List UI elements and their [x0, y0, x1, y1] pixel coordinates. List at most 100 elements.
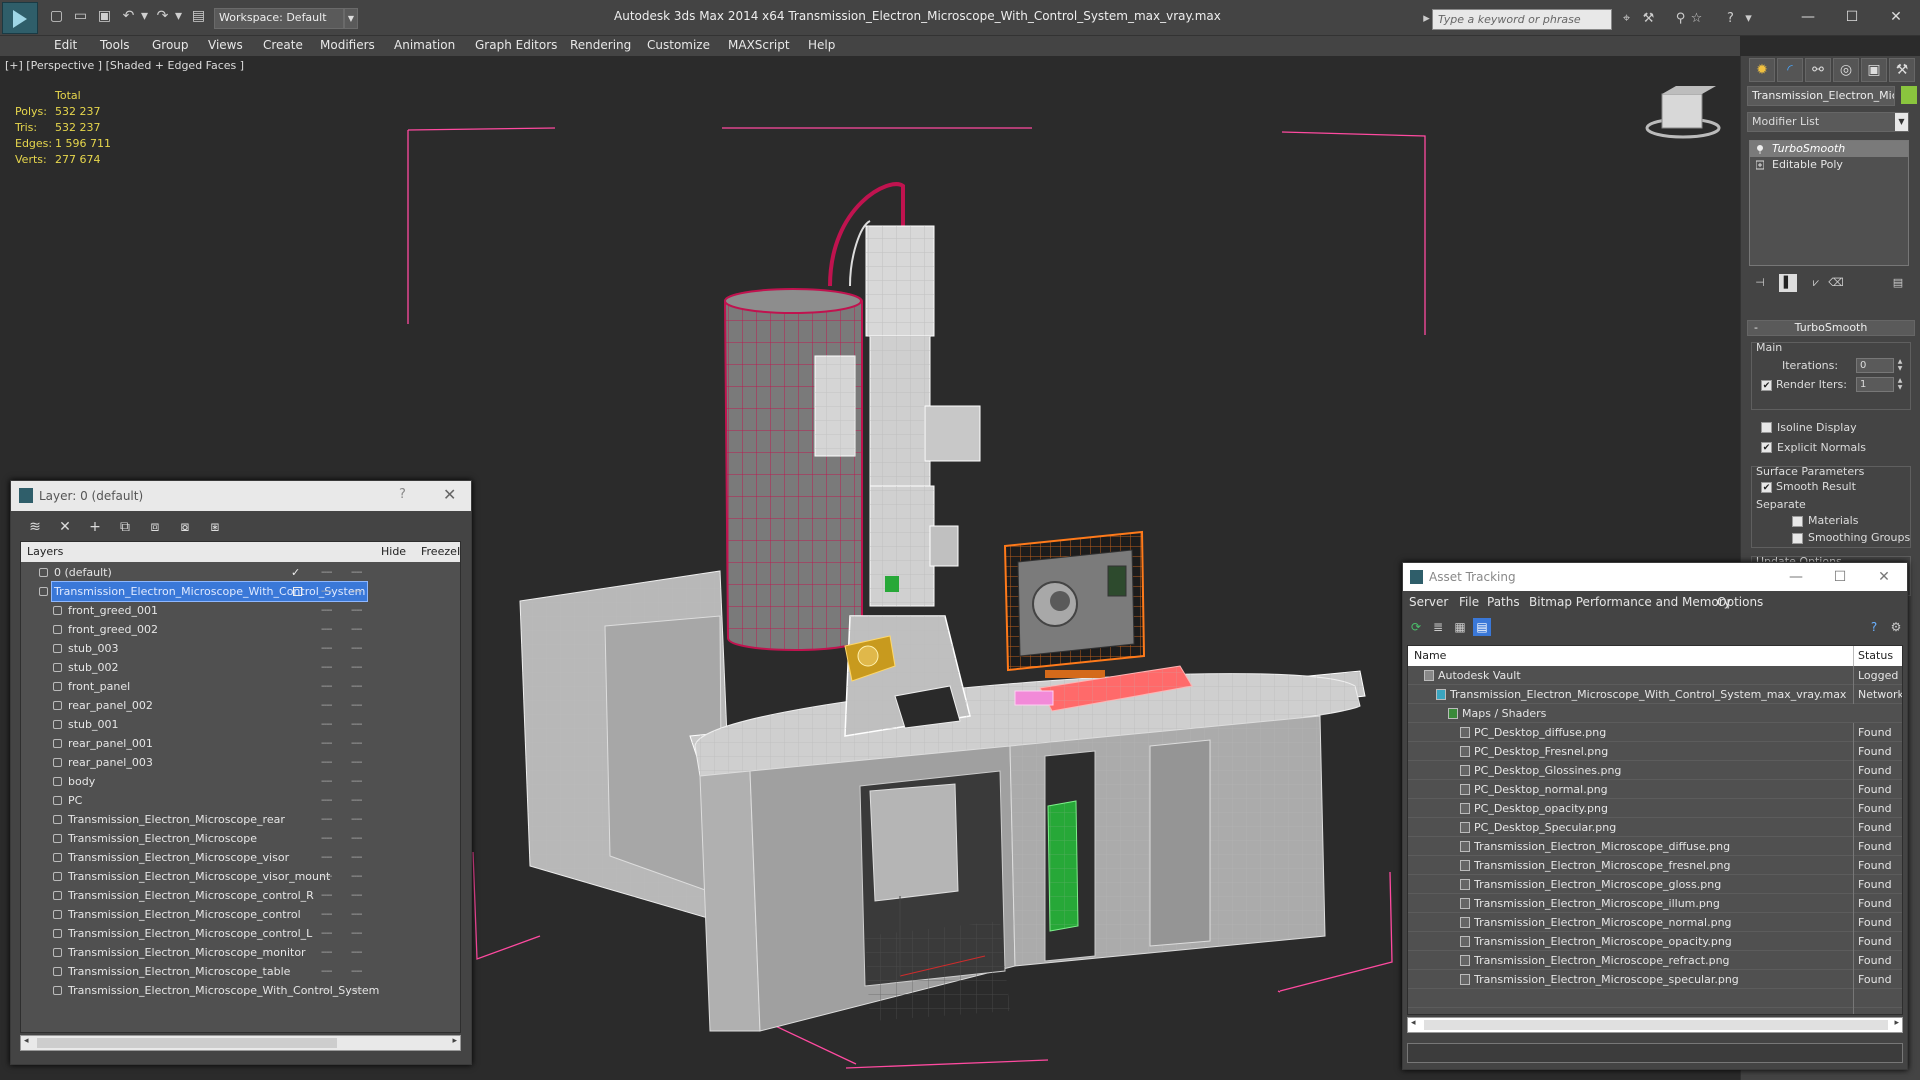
asset-menu-options[interactable]: Options — [1717, 595, 1763, 609]
layer-name[interactable]: stub_003 — [66, 639, 121, 658]
configure-sets-icon[interactable]: ▤ — [1889, 274, 1907, 292]
layer-name[interactable]: stub_001 — [66, 715, 121, 734]
minimize-button[interactable]: — — [1786, 4, 1830, 30]
modify-tab-icon[interactable]: ◜ — [1777, 58, 1803, 82]
add-to-layer-icon[interactable]: + — [85, 517, 105, 537]
menu-modifiers[interactable]: Modifiers — [320, 38, 375, 52]
asset-menu-bitmap-performance[interactable]: Bitmap Performance and Memory — [1529, 595, 1731, 609]
asset-row[interactable]: PC_Desktop_diffuse.png Found — [1408, 723, 1902, 742]
layer-name[interactable]: Transmission_Electron_Microscope_visor_m… — [66, 867, 332, 886]
render-iters-spinner[interactable]: 1 — [1856, 377, 1894, 392]
layer-name[interactable]: rear_panel_001 — [66, 734, 155, 753]
layer-row[interactable]: front_greed_002 ---- ---- — [21, 620, 460, 639]
utilities-tab-icon[interactable]: ⚒ — [1889, 58, 1915, 82]
menu-rendering[interactable]: Rendering — [570, 38, 631, 52]
layer-row[interactable]: Transmission_Electron_Microscope ---- ---- — [21, 829, 460, 848]
layer-name[interactable]: Transmission_Electron_Microscope — [66, 829, 259, 848]
layer-row[interactable]: rear_panel_002 ---- ---- — [21, 696, 460, 715]
app-logo-icon[interactable] — [2, 2, 38, 34]
asset-menu-file[interactable]: File — [1459, 595, 1479, 609]
hide-toggle[interactable]: ---- — [321, 905, 332, 924]
freeze-toggle[interactable]: ---- — [351, 696, 362, 715]
hide-toggle[interactable]: ---- — [321, 563, 332, 582]
layer-name[interactable]: rear_panel_003 — [66, 753, 155, 772]
stack-item-editable-poly[interactable]: Editable Poly — [1750, 157, 1908, 173]
maximize-button[interactable]: ☐ — [1830, 4, 1874, 30]
workspace-select[interactable]: Workspace: Default — [214, 8, 344, 29]
modifier-list-dropdown-icon[interactable]: ▼ — [1895, 113, 1908, 131]
iterations-spinner[interactable]: 0 — [1856, 358, 1894, 373]
menu-tools[interactable]: Tools — [100, 38, 130, 52]
layer-name[interactable]: PC — [66, 791, 84, 810]
scroll-thumb[interactable] — [1424, 1020, 1888, 1030]
active-layer-check-icon[interactable]: ✓ — [291, 563, 300, 582]
modifier-list-select[interactable]: Modifier List — [1747, 112, 1909, 132]
layer-row[interactable]: Transmission_Electron_Microscope_visor --… — [21, 848, 460, 867]
hide-toggle[interactable]: ---- — [321, 886, 332, 905]
rear-case-model[interactable] — [723, 288, 863, 651]
hide-toggle[interactable]: ---- — [321, 734, 332, 753]
column-render[interactable]: I — [457, 545, 460, 558]
layer-name[interactable]: front_greed_001 — [66, 601, 160, 620]
select-objects-icon[interactable]: ⧉ — [115, 517, 135, 537]
undo-dropdown-icon[interactable]: ▾ — [136, 8, 153, 25]
layer-row[interactable]: Transmission_Electron_Microscope_rear ---… — [21, 810, 460, 829]
freeze-toggle[interactable]: ---- — [351, 753, 362, 772]
help-button[interactable]: ? — [399, 487, 406, 502]
undo-icon[interactable]: ↶ — [120, 8, 137, 25]
freeze-toggle[interactable]: ---- — [351, 639, 362, 658]
menu-help[interactable]: Help — [808, 38, 835, 52]
close-button[interactable]: ✕ — [1874, 4, 1918, 30]
close-button[interactable]: ✕ — [443, 485, 456, 504]
freeze-toggle[interactable]: ---- — [351, 924, 362, 943]
redo-dropdown-icon[interactable]: ▾ — [170, 8, 187, 25]
set-current-layer-icon[interactable] — [293, 587, 302, 596]
hide-all-icon[interactable]: ⧇ — [175, 517, 195, 537]
help-icon[interactable]: ? — [1865, 618, 1883, 636]
scroll-left-icon[interactable]: ◂ — [24, 1036, 29, 1046]
thumbnail-view-icon[interactable]: ▦ — [1451, 618, 1469, 636]
asset-horizontal-scrollbar[interactable]: ◂ ▸ — [1407, 1017, 1903, 1033]
freeze-toggle[interactable]: ---- — [351, 981, 362, 1000]
spinner-arrows-icon[interactable]: ▲ ▼ — [1896, 358, 1904, 373]
layer-name[interactable]: rear_panel_002 — [66, 696, 155, 715]
asset-row[interactable]: PC_Desktop_normal.png Found — [1408, 780, 1902, 799]
spinner-arrows-icon[interactable]: ▲ ▼ — [1896, 377, 1904, 392]
scroll-left-icon[interactable]: ◂ — [1411, 1018, 1416, 1028]
asset-menu-server[interactable]: Server — [1409, 595, 1448, 609]
layer-dialog-titlebar[interactable]: Layer: 0 (default) ? ✕ — [11, 481, 471, 511]
asset-row[interactable]: Transmission_Electron_Microscope_gloss.p… — [1408, 875, 1902, 894]
pc-tower-model[interactable] — [1047, 800, 1079, 932]
layer-row[interactable]: Transmission_Electron_Microscope_control… — [21, 886, 460, 905]
menu-graph-editors[interactable]: Graph Editors — [475, 38, 557, 52]
remove-modifier-icon[interactable]: ⌫ — [1827, 274, 1845, 292]
menu-edit[interactable]: Edit — [54, 38, 77, 52]
hide-toggle[interactable]: ---- — [321, 753, 332, 772]
project-folder-icon[interactable]: ▤ — [190, 8, 207, 25]
layer-name[interactable]: 0 (default) — [52, 563, 114, 582]
display-tab-icon[interactable]: ▣ — [1861, 58, 1887, 82]
hide-toggle[interactable]: ---- — [321, 620, 332, 639]
column-freeze[interactable]: Freeze — [421, 545, 457, 558]
hide-toggle[interactable]: ---- — [321, 658, 332, 677]
create-layer-icon[interactable]: ≋ — [25, 517, 45, 537]
close-button[interactable]: ✕ — [1864, 566, 1904, 588]
layer-row[interactable]: Transmission_Electron_Microscope_control… — [21, 905, 460, 924]
hide-toggle[interactable]: ---- — [321, 677, 332, 696]
menu-animation[interactable]: Animation — [394, 38, 455, 52]
render-iters-checkbox[interactable]: ✔ — [1761, 380, 1772, 391]
hide-toggle[interactable]: ---- — [321, 601, 332, 620]
scroll-right-icon[interactable]: ▸ — [452, 1036, 457, 1046]
smooth-result-checkbox[interactable]: ✔ — [1761, 482, 1772, 493]
asset-row[interactable]: Autodesk Vault Logged C — [1408, 666, 1902, 685]
freeze-toggle[interactable]: ---- — [351, 848, 362, 867]
layer-row[interactable]: Transmission_Electron_Microscope_With_Co… — [21, 581, 460, 602]
workspace-dropdown-icon[interactable]: ▼ — [344, 8, 358, 29]
freeze-toggle[interactable]: ---- — [351, 962, 362, 981]
redo-icon[interactable]: ↷ — [154, 8, 171, 25]
freeze-toggle[interactable]: ---- — [351, 810, 362, 829]
asset-row[interactable]: Maps / Shaders — [1408, 704, 1902, 723]
layer-row[interactable]: body ---- ---- — [21, 772, 460, 791]
materials-checkbox[interactable] — [1792, 516, 1803, 527]
layer-row[interactable]: stub_002 ---- ---- — [21, 658, 460, 677]
